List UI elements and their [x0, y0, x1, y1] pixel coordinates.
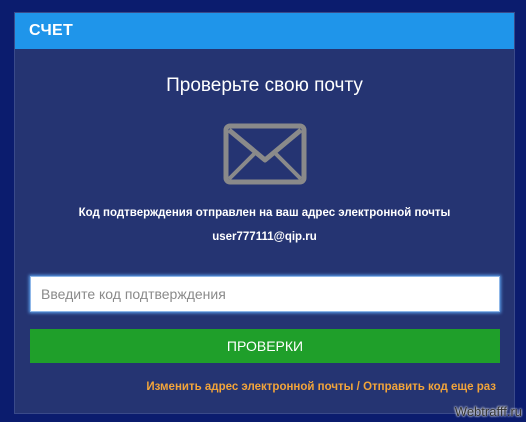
verify-button[interactable]: ПРОВЕРКИ [30, 329, 500, 363]
links-separator: / [353, 381, 364, 393]
envelope-icon [223, 123, 307, 185]
confirmation-code-input[interactable] [30, 276, 500, 312]
page: СЧЕТ Проверьте свою почту Код подтвержде… [0, 0, 526, 422]
email-address: user777111@qip.ru [212, 231, 317, 243]
change-email-link[interactable]: Изменить адрес электронной почты [146, 381, 353, 393]
account-dialog: СЧЕТ Проверьте свою почту Код подтвержде… [14, 12, 515, 414]
dialog-title: СЧЕТ [29, 22, 74, 39]
page-heading: Проверьте свою почту [166, 75, 363, 96]
watermark: Webtrafff.ru [454, 404, 522, 419]
resend-code-link[interactable]: Отправить код еще раз [363, 381, 496, 393]
confirmation-message: Код подтверждения отправлен на ваш адрес… [78, 207, 451, 219]
dialog-header: СЧЕТ [15, 13, 514, 49]
links-row: Изменить адрес электронной почты / Отпра… [146, 381, 496, 393]
